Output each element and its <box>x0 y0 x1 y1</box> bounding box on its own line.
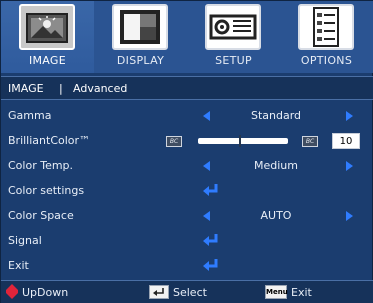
menu-row-exit[interactable]: Exit <box>1 254 373 278</box>
menu-row-color-settings[interactable]: Color settings <box>1 179 373 203</box>
tab-label-display: DISPLAY <box>116 54 165 67</box>
footer-select-label: Select <box>173 286 207 299</box>
brilliantcolor-slider-track[interactable] <box>198 138 288 144</box>
brilliantcolor-slider-thumb[interactable] <box>239 135 242 147</box>
enter-key-icon <box>149 285 169 299</box>
color-space-label: Color Space <box>8 209 74 222</box>
breadcrumb-subsection: Advanced <box>73 82 128 95</box>
tab-display[interactable]: DISPLAY <box>94 1 187 73</box>
menu-row-gamma[interactable]: Gamma Standard <box>1 104 373 128</box>
tab-label-setup: SETUP <box>215 54 252 67</box>
gamma-label: Gamma <box>8 109 52 122</box>
menu-key-icon: Menu <box>265 285 288 299</box>
color-settings-enter-icon[interactable] <box>202 182 220 198</box>
image-tab-icon <box>19 4 75 50</box>
gamma-left-arrow-icon[interactable] <box>203 111 210 121</box>
menu-row-signal[interactable]: Signal <box>1 229 373 253</box>
projector-osd-menu: IMAGE DISPLAY SETUP OPTIONS IMAGE | Adva… <box>0 0 373 303</box>
exit-enter-icon[interactable] <box>202 257 220 273</box>
brilliantcolor-min-icon: BC <box>166 136 182 147</box>
tab-label-image: IMAGE <box>28 54 67 67</box>
signal-enter-icon[interactable] <box>202 232 220 248</box>
color-temp-right-arrow-icon[interactable] <box>346 161 353 171</box>
footer-help-bar: UpDown Select Menu Exit <box>1 280 373 303</box>
options-tab-icon <box>298 4 354 50</box>
tab-image[interactable]: IMAGE <box>1 1 94 73</box>
setup-tab-icon <box>205 4 261 50</box>
signal-label: Signal <box>8 234 42 247</box>
breadcrumb: IMAGE | Advanced <box>1 76 373 100</box>
exit-label: Exit <box>8 259 29 272</box>
breadcrumb-separator: | <box>59 82 63 95</box>
brilliantcolor-label: BrilliantColor™ <box>8 134 91 147</box>
color-temp-left-arrow-icon[interactable] <box>203 161 210 171</box>
updown-icon <box>6 284 18 299</box>
footer-updown-label: UpDown <box>22 286 69 299</box>
tab-options[interactable]: OPTIONS <box>280 1 373 73</box>
color-temp-label: Color Temp. <box>8 159 74 172</box>
tab-setup[interactable]: SETUP <box>187 1 280 73</box>
color-space-right-arrow-icon[interactable] <box>346 211 353 221</box>
gamma-right-arrow-icon[interactable] <box>346 111 353 121</box>
color-temp-value: Medium <box>254 159 298 172</box>
brilliantcolor-value-box: 10 <box>332 133 360 149</box>
brilliantcolor-max-icon: BC <box>302 136 318 147</box>
tab-bar: IMAGE DISPLAY SETUP OPTIONS <box>1 1 373 73</box>
color-space-left-arrow-icon[interactable] <box>203 211 210 221</box>
footer-exit-label: Exit <box>291 286 312 299</box>
tab-label-options: OPTIONS <box>300 54 353 67</box>
menu-row-color-temp[interactable]: Color Temp. Medium <box>1 154 373 178</box>
display-tab-icon <box>112 4 168 50</box>
menu-row-brilliantcolor[interactable]: BrilliantColor™ BC BC 10 <box>1 129 373 153</box>
breadcrumb-section: IMAGE <box>8 82 44 95</box>
gamma-value: Standard <box>250 109 302 122</box>
menu-row-color-space[interactable]: Color Space AUTO <box>1 204 373 228</box>
color-settings-label: Color settings <box>8 184 85 197</box>
color-space-value: AUTO <box>260 209 292 222</box>
